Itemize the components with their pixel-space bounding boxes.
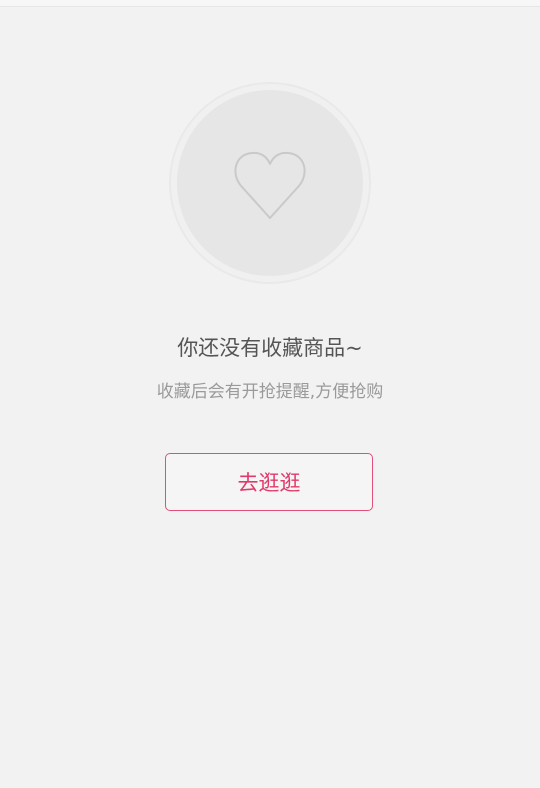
heart-outline-icon [169, 82, 371, 284]
go-shopping-button[interactable]: 去逛逛 [165, 453, 373, 511]
empty-favorites-state: 你还没有收藏商品~ 收藏后会有开抢提醒,方便抢购 去逛逛 [0, 0, 540, 788]
empty-favorites-illustration [168, 81, 372, 285]
empty-subtitle: 收藏后会有开抢提醒,方便抢购 [156, 382, 384, 402]
empty-title: 你还没有收藏商品~ [177, 336, 363, 360]
go-shopping-button-label: 去逛逛 [237, 471, 301, 495]
